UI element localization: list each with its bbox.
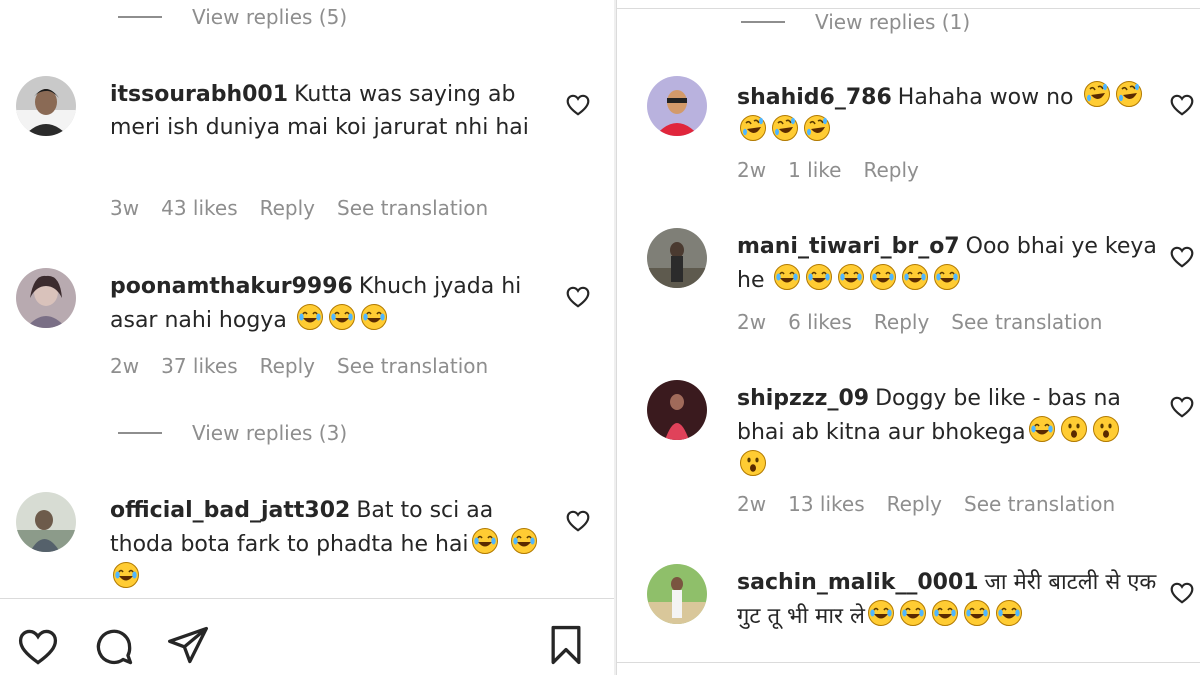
comment-time: 2w <box>737 492 767 516</box>
heart-icon[interactable] <box>1169 244 1195 270</box>
comment-message: Hahaha wow no <box>897 85 1074 110</box>
rolling-on-floor-laughing-emoji <box>771 114 799 142</box>
face-with-tears-of-joy-emoji <box>869 263 897 291</box>
comment-username[interactable]: official_bad_jatt302 <box>110 498 350 523</box>
reply-button[interactable]: Reply <box>874 310 929 334</box>
heart-icon[interactable] <box>1169 92 1195 118</box>
see-translation-button[interactable]: See translation <box>951 310 1102 334</box>
reply-button[interactable]: Reply <box>260 196 315 220</box>
comment-meta: 2w 1 like Reply <box>737 158 919 182</box>
view-replies-label: View replies (5) <box>192 5 348 29</box>
comment-username[interactable]: poonamthakur9996 <box>110 274 353 299</box>
reply-button[interactable]: Reply <box>260 354 315 378</box>
comment-text: mani_tiwari_br_o7 Ooo bhai ye keya he <box>737 230 1157 297</box>
view-replies-button[interactable]: View replies (3) <box>118 418 347 448</box>
comment-time: 2w <box>737 158 767 182</box>
face-with-tears-of-joy-emoji <box>360 303 388 331</box>
hushed-face-emoji <box>1092 415 1120 443</box>
comment-username[interactable]: shahid6_786 <box>737 85 892 110</box>
replies-dash <box>118 16 162 18</box>
rolling-on-floor-laughing-emoji <box>739 114 767 142</box>
rolling-on-floor-laughing-emoji <box>1083 80 1111 108</box>
heart-icon[interactable] <box>16 625 60 669</box>
heart-icon[interactable] <box>565 92 591 118</box>
heart-icon[interactable] <box>1169 394 1195 420</box>
right-comments-panel: View replies (1) shahid6_786 Hahaha wow n… <box>616 0 1200 675</box>
comment-text: poonamthakur9996 Khuch jyada hi asar nahi… <box>110 270 540 337</box>
avatar[interactable] <box>647 380 707 440</box>
view-replies-button[interactable]: View replies (5) <box>118 2 347 32</box>
comment-text: official_bad_jatt302 Bat to sci aa thoda … <box>110 494 540 595</box>
avatar[interactable] <box>647 228 707 288</box>
comment-username[interactable]: itssourabh001 <box>110 82 288 107</box>
face-with-tears-of-joy-emoji <box>837 263 865 291</box>
face-with-tears-of-joy-emoji <box>931 599 959 627</box>
avatar[interactable] <box>16 268 76 328</box>
face-with-tears-of-joy-emoji <box>901 263 929 291</box>
avatar[interactable] <box>647 76 707 136</box>
view-replies-button[interactable]: View replies (1) <box>741 7 970 37</box>
bottom-divider <box>617 662 1200 675</box>
face-with-tears-of-joy-emoji <box>867 599 895 627</box>
rolling-on-floor-laughing-emoji <box>803 114 831 142</box>
comment-likes[interactable]: 43 likes <box>161 196 238 220</box>
face-with-tears-of-joy-emoji <box>471 527 499 555</box>
comment-text: shipzzz_09 Doggy be like - bas na bhai ab… <box>737 382 1157 483</box>
comment-meta: 3w 43 likes Reply See translation <box>110 196 488 220</box>
comment-meta: 2w 13 likes Reply See translation <box>737 492 1115 516</box>
comment-time: 2w <box>110 354 140 378</box>
replies-dash <box>741 21 785 23</box>
comment-text: shahid6_786 Hahaha wow no <box>737 80 1157 148</box>
face-with-tears-of-joy-emoji <box>963 599 991 627</box>
comment-time: 2w <box>737 310 767 334</box>
comment-bubble-icon[interactable] <box>92 625 136 669</box>
face-with-tears-of-joy-emoji <box>773 263 801 291</box>
hushed-face-emoji <box>1060 415 1088 443</box>
face-with-tears-of-joy-emoji <box>805 263 833 291</box>
paper-plane-icon[interactable] <box>166 623 210 667</box>
face-with-tears-of-joy-emoji <box>995 599 1023 627</box>
replies-dash <box>118 432 162 434</box>
heart-icon[interactable] <box>1169 580 1195 606</box>
comment-meta: 2w 37 likes Reply See translation <box>110 354 488 378</box>
face-with-tears-of-joy-emoji <box>899 599 927 627</box>
comment-text: sachin_malik__0001 जा मेरी बाटली से एक गु… <box>737 566 1157 633</box>
comment-text: itssourabh001 Kutta was saying ab meri is… <box>110 78 540 144</box>
reply-button[interactable]: Reply <box>863 158 918 182</box>
avatar[interactable] <box>16 76 76 136</box>
comment-likes[interactable]: 1 like <box>788 158 841 182</box>
hushed-face-emoji <box>739 449 767 477</box>
heart-icon[interactable] <box>565 284 591 310</box>
avatar[interactable] <box>16 492 76 552</box>
bookmark-icon[interactable] <box>544 623 588 667</box>
comment-likes[interactable]: 13 likes <box>788 492 865 516</box>
heart-icon[interactable] <box>565 508 591 534</box>
see-translation-button[interactable]: See translation <box>964 492 1115 516</box>
face-with-tears-of-joy-emoji <box>933 263 961 291</box>
avatar[interactable] <box>647 564 707 624</box>
comment-username[interactable]: mani_tiwari_br_o7 <box>737 234 960 259</box>
comment-meta: 2w 6 likes Reply See translation <box>737 310 1102 334</box>
see-translation-button[interactable]: See translation <box>337 354 488 378</box>
comment-username[interactable]: sachin_malik__0001 <box>737 570 979 595</box>
comment-username[interactable]: shipzzz_09 <box>737 386 869 411</box>
see-translation-button[interactable]: See translation <box>337 196 488 220</box>
comment-likes[interactable]: 37 likes <box>161 354 238 378</box>
face-with-tears-of-joy-emoji <box>1028 415 1056 443</box>
view-replies-label: View replies (3) <box>192 421 348 445</box>
comment-likes[interactable]: 6 likes <box>788 310 852 334</box>
post-action-bar <box>0 598 614 675</box>
face-with-tears-of-joy-emoji <box>510 527 538 555</box>
comment-time: 3w <box>110 196 140 220</box>
view-replies-label: View replies (1) <box>815 10 971 34</box>
face-with-tears-of-joy-emoji <box>112 561 140 589</box>
face-with-tears-of-joy-emoji <box>328 303 356 331</box>
rolling-on-floor-laughing-emoji <box>1115 80 1143 108</box>
reply-button[interactable]: Reply <box>887 492 942 516</box>
face-with-tears-of-joy-emoji <box>296 303 324 331</box>
left-comments-panel: View replies (5) itssourabh001 Kutta was … <box>0 0 614 675</box>
